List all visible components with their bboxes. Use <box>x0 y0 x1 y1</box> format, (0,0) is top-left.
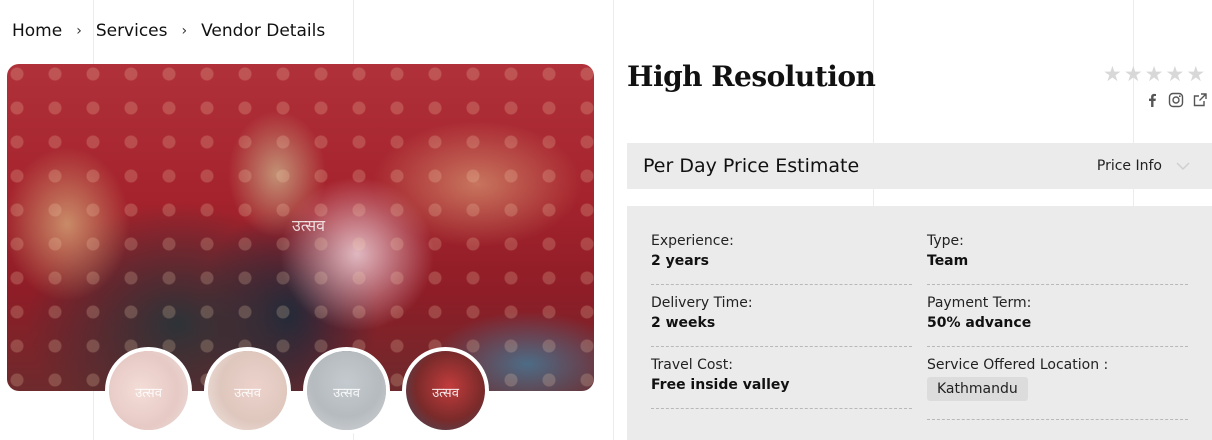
travel-cost-value: Free inside valley <box>651 377 790 393</box>
delivery-time-value: 2 weeks <box>651 315 716 331</box>
thumbnail-watermark: उत्सव <box>333 386 360 401</box>
facebook-icon[interactable] <box>1144 92 1160 108</box>
instagram-icon[interactable] <box>1168 92 1184 108</box>
chevron-down-icon <box>1176 161 1190 171</box>
breadcrumb-vendor-details: Vendor Details <box>201 21 326 41</box>
thumbnail-watermark: उत्सव <box>432 386 459 401</box>
detail-delivery-time: Delivery Time: 2 weeks <box>651 295 912 347</box>
price-estimate-title: Per Day Price Estimate <box>643 155 860 177</box>
vendor-details-panel: Experience: 2 years Type: Team Delivery … <box>627 206 1212 440</box>
breadcrumb-home[interactable]: Home <box>12 21 62 41</box>
star-icon[interactable]: ★ <box>1186 62 1205 86</box>
gallery-thumbnail[interactable]: उत्सव <box>303 347 390 434</box>
breadcrumb: Home › Services › Vendor Details <box>12 21 325 41</box>
payment-term-label: Payment Term: <box>927 295 1032 311</box>
social-links <box>1144 92 1208 108</box>
price-estimate-header: Per Day Price Estimate Price Info <box>627 143 1212 189</box>
rating-stars[interactable]: ★ ★ ★ ★ ★ <box>1103 62 1205 86</box>
star-icon[interactable]: ★ <box>1145 62 1164 86</box>
detail-type: Type: Team <box>927 233 1188 285</box>
external-link-icon[interactable] <box>1192 92 1208 108</box>
detail-travel-cost: Travel Cost: Free inside valley <box>651 357 912 409</box>
payment-term-value: 50% advance <box>927 315 1032 331</box>
detail-experience: Experience: 2 years <box>651 233 912 285</box>
gallery-thumbnails: उत्सव उत्सव उत्सव उत्सव <box>105 347 489 434</box>
type-value: Team <box>927 253 969 269</box>
location-chip[interactable]: Kathmandu <box>927 377 1028 401</box>
star-icon[interactable]: ★ <box>1165 62 1184 86</box>
thumbnail-watermark: उत्सव <box>234 386 261 401</box>
delivery-time-label: Delivery Time: <box>651 295 753 311</box>
price-info-label: Price Info <box>1096 158 1162 174</box>
vendor-hero-image[interactable]: उत्सव <box>7 64 594 391</box>
price-info-toggle[interactable]: Price Info <box>1097 158 1190 174</box>
detail-service-location: Service Offered Location : Kathmandu <box>927 357 1188 420</box>
breadcrumb-separator: › <box>76 23 82 39</box>
grid-line <box>613 0 614 440</box>
experience-value: 2 years <box>651 253 709 269</box>
gallery-thumbnail[interactable]: उत्सव <box>204 347 291 434</box>
service-location-label: Service Offered Location : <box>927 357 1109 373</box>
gallery-thumbnail-active[interactable]: उत्सव <box>402 347 489 434</box>
star-icon[interactable]: ★ <box>1124 62 1143 86</box>
type-label: Type: <box>927 233 964 249</box>
thumbnail-watermark: उत्सव <box>135 386 162 401</box>
vendor-name: High Resolution <box>627 60 876 93</box>
experience-label: Experience: <box>651 233 734 249</box>
travel-cost-label: Travel Cost: <box>651 357 733 373</box>
breadcrumb-services[interactable]: Services <box>96 21 168 41</box>
gallery-thumbnail[interactable]: उत्सव <box>105 347 192 434</box>
breadcrumb-separator: › <box>181 23 188 39</box>
detail-payment-term: Payment Term: 50% advance <box>927 295 1188 347</box>
star-icon[interactable]: ★ <box>1103 62 1122 86</box>
hero-watermark: उत्सव <box>292 216 326 235</box>
